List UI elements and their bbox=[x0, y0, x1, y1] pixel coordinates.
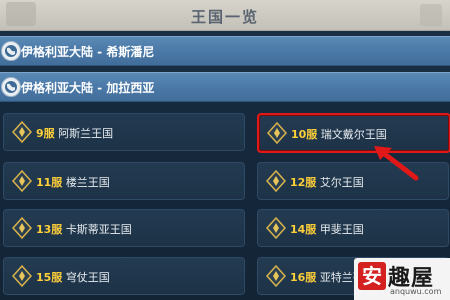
kingdom-badge-icon bbox=[11, 121, 33, 143]
kingdom-item-15[interactable]: 15服 穹仗王国 bbox=[3, 257, 245, 295]
kingdom-name: 阿斯兰王国 bbox=[58, 127, 114, 140]
kingdom-item-14[interactable]: 14服 甲斐王国 bbox=[257, 209, 449, 247]
kingdom-item-12[interactable]: 12服 艾尔王国 bbox=[257, 162, 449, 200]
server-number: 12服 bbox=[290, 176, 317, 189]
kingdom-name: 卡斯蒂亚王国 bbox=[65, 223, 132, 236]
kingdom-item-13[interactable]: 13服 卡斯蒂亚王国 bbox=[3, 209, 245, 247]
server-number: 16服 bbox=[290, 271, 317, 284]
kingdom-badge-icon bbox=[11, 265, 33, 287]
watermark-mark: 安 bbox=[358, 262, 386, 290]
region-header-galacia[interactable]: 伊格利亚大陆 - 加拉西亚 bbox=[0, 72, 450, 102]
kingdom-badge-icon bbox=[11, 217, 33, 239]
region-label: 伊格利亚大陆 - 希斯潘尼 bbox=[21, 45, 155, 59]
page-title: 王国一览 bbox=[190, 8, 259, 26]
kingdom-name: 楼兰王国 bbox=[65, 176, 110, 189]
kingdom-badge-icon bbox=[265, 170, 287, 192]
server-number: 15服 bbox=[36, 271, 63, 284]
kingdom-name: 穹仗王国 bbox=[65, 271, 110, 284]
kingdom-badge-icon bbox=[265, 265, 287, 287]
kingdom-item-10[interactable]: 10服 瑞文戴尔王国 bbox=[257, 113, 450, 153]
globe-icon bbox=[1, 41, 21, 61]
watermark-url: anquwu.com bbox=[390, 287, 442, 296]
kingdom-badge-icon bbox=[265, 217, 287, 239]
annotation-arrow-icon bbox=[374, 146, 419, 181]
kingdom-item-11[interactable]: 11服 楼兰王国 bbox=[3, 162, 245, 200]
kingdom-badge-icon bbox=[11, 170, 33, 192]
kingdom-overview-screen: 王国一览 伊格利亚大陆 - 希斯潘尼 伊格利亚大陆 - 加拉西亚 9服 阿斯兰王… bbox=[0, 0, 450, 300]
server-number: 13服 bbox=[36, 223, 63, 236]
server-number: 9服 bbox=[36, 127, 55, 140]
title-bar: 王国一览 bbox=[0, 0, 450, 31]
region-label: 伊格利亚大陆 - 加拉西亚 bbox=[21, 81, 155, 95]
watermark-logo: 安 趣屋 anquwu.com bbox=[354, 258, 450, 300]
kingdom-item-9[interactable]: 9服 阿斯兰王国 bbox=[3, 113, 245, 151]
server-number: 10服 bbox=[291, 128, 318, 141]
globe-icon bbox=[1, 77, 21, 97]
close-button[interactable] bbox=[420, 4, 442, 26]
kingdom-badge-icon bbox=[266, 122, 288, 144]
region-header-hispani[interactable]: 伊格利亚大陆 - 希斯潘尼 bbox=[0, 36, 450, 66]
kingdom-name: 甲斐王国 bbox=[319, 223, 364, 236]
server-number: 11服 bbox=[36, 176, 63, 189]
server-number: 14服 bbox=[290, 223, 317, 236]
kingdom-name: 艾尔王国 bbox=[319, 176, 364, 189]
